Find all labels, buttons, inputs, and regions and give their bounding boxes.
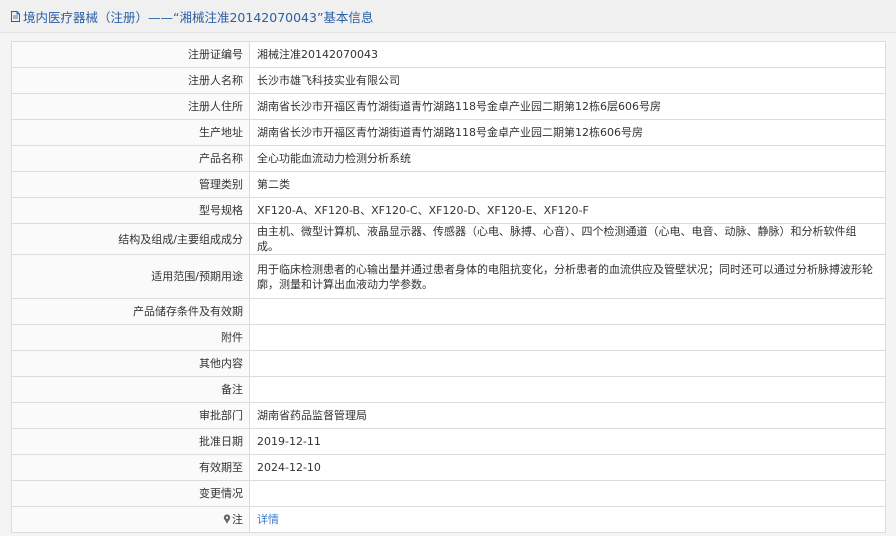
row-label: 其他内容 <box>11 350 250 377</box>
table-row: 备注 <box>11 376 886 403</box>
row-value: 湖南省长沙市开福区青竹湖街道青竹湖路118号金卓产业园二期第12栋6层606号房 <box>249 93 886 120</box>
details-link[interactable]: 详情 <box>257 513 279 526</box>
row-label: 批准日期 <box>11 428 250 455</box>
table-row: 审批部门 湖南省药品监督管理局 <box>11 402 886 429</box>
table-row: 有效期至 2024-12-10 <box>11 454 886 481</box>
document-icon <box>11 10 20 22</box>
row-label: 注册人名称 <box>11 67 250 94</box>
row-label: 注册证编号 <box>11 41 250 68</box>
table-row: 注册证编号 湘械注准20142070043 <box>11 41 886 68</box>
row-value: XF120-A、XF120-B、XF120-C、XF120-D、XF120-E、… <box>249 197 886 224</box>
row-value: 2019-12-11 <box>249 428 886 455</box>
detail-table: 注册证编号 湘械注准20142070043 注册人名称 长沙市雄飞科技实业有限公… <box>11 41 886 533</box>
pin-icon <box>223 514 231 524</box>
row-label: 生产地址 <box>11 119 250 146</box>
row-label: 产品名称 <box>11 145 250 172</box>
page-title: 境内医疗器械（注册）——“湘械注准20142070043”基本信息 <box>23 9 374 25</box>
row-value <box>249 376 886 403</box>
row-value: 2024-12-10 <box>249 454 886 481</box>
row-value: 湖南省长沙市开福区青竹湖街道青竹湖路118号金卓产业园二期第12栋606号房 <box>249 119 886 146</box>
row-label: 结构及组成/主要组成成分 <box>11 223 250 255</box>
note-label-cell: 注 <box>11 506 250 533</box>
table-row: 生产地址 湖南省长沙市开福区青竹湖街道青竹湖路118号金卓产业园二期第12栋60… <box>11 119 886 146</box>
table-row: 产品名称 全心功能血流动力检测分析系统 <box>11 145 886 172</box>
row-label: 有效期至 <box>11 454 250 481</box>
row-value: 第二类 <box>249 171 886 198</box>
row-label: 附件 <box>11 324 250 351</box>
row-value: 长沙市雄飞科技实业有限公司 <box>249 67 886 94</box>
row-value <box>249 350 886 377</box>
row-value <box>249 324 886 351</box>
row-value: 由主机、微型计算机、液晶显示器、传感器（心电、脉搏、心音）、四个检测通道（心电、… <box>249 223 886 255</box>
row-label: 审批部门 <box>11 402 250 429</box>
page-header: 境内医疗器械（注册）——“湘械注准20142070043”基本信息 <box>0 0 896 33</box>
row-value: 湖南省药品监督管理局 <box>249 402 886 429</box>
table-row: 附件 <box>11 324 886 351</box>
note-value-cell: 详情 <box>249 506 886 533</box>
row-label: 注册人住所 <box>11 93 250 120</box>
row-label: 备注 <box>11 376 250 403</box>
row-value: 用于临床检测患者的心输出量并通过患者身体的电阻抗变化，分析患者的血流供应及管壁状… <box>249 254 886 299</box>
row-label: 产品储存条件及有效期 <box>11 298 250 325</box>
row-value <box>249 480 886 507</box>
row-label: 型号规格 <box>11 197 250 224</box>
table-row: 批准日期 2019-12-11 <box>11 428 886 455</box>
table-row: 注册人住所 湖南省长沙市开福区青竹湖街道青竹湖路118号金卓产业园二期第12栋6… <box>11 93 886 120</box>
row-label: 管理类别 <box>11 171 250 198</box>
table-row: 注册人名称 长沙市雄飞科技实业有限公司 <box>11 67 886 94</box>
row-label: 适用范围/预期用途 <box>11 254 250 299</box>
row-value: 全心功能血流动力检测分析系统 <box>249 145 886 172</box>
table-row: 结构及组成/主要组成成分 由主机、微型计算机、液晶显示器、传感器（心电、脉搏、心… <box>11 223 886 255</box>
detail-panel: 注册证编号 湘械注准20142070043 注册人名称 长沙市雄飞科技实业有限公… <box>0 33 896 536</box>
table-row: 其他内容 <box>11 350 886 377</box>
row-value <box>249 298 886 325</box>
table-row-note: 注 详情 <box>11 506 886 533</box>
row-label: 变更情况 <box>11 480 250 507</box>
table-row: 产品储存条件及有效期 <box>11 298 886 325</box>
note-label: 注 <box>232 513 243 526</box>
table-row: 变更情况 <box>11 480 886 507</box>
table-row: 管理类别 第二类 <box>11 171 886 198</box>
row-value: 湘械注准20142070043 <box>249 41 886 68</box>
table-row: 适用范围/预期用途 用于临床检测患者的心输出量并通过患者身体的电阻抗变化，分析患… <box>11 254 886 299</box>
table-row: 型号规格 XF120-A、XF120-B、XF120-C、XF120-D、XF1… <box>11 197 886 224</box>
